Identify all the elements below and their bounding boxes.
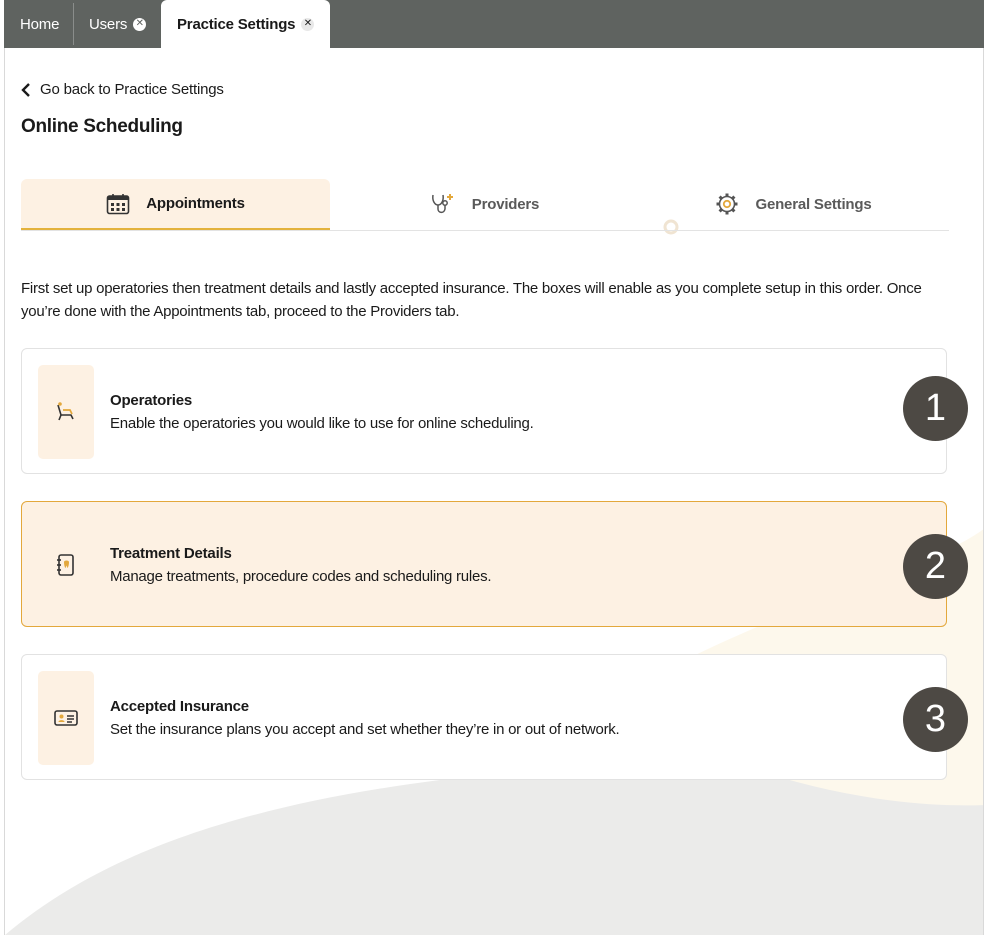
tab-home-label: Home — [20, 15, 60, 33]
close-icon[interactable]: ✕ — [133, 17, 147, 31]
calendar-icon — [106, 193, 130, 215]
card-description: Manage treatments, procedure codes and s… — [110, 568, 492, 585]
page-title: Online Scheduling — [21, 116, 183, 137]
tab-general-settings[interactable]: General Settings — [639, 179, 948, 229]
tooth-notebook-icon — [38, 518, 94, 612]
tab-users-label: Users — [89, 15, 128, 33]
operatories-card[interactable]: Operatories Enable the operatories you w… — [21, 348, 947, 474]
step-number-badge: 3 — [903, 687, 968, 752]
tab-practice-settings-label: Practice Settings — [177, 15, 296, 33]
top-tab-bar — [4, 0, 984, 48]
tab-home[interactable]: Home — [4, 3, 74, 45]
insurance-card-icon — [38, 671, 94, 765]
card-title: Operatories — [110, 392, 192, 409]
accepted-insurance-card[interactable]: Accepted Insurance Set the insurance pla… — [21, 654, 947, 780]
intro-text: First set up operatories then treatment … — [21, 280, 922, 320]
tab-appointments-label: Appointments — [146, 195, 245, 212]
tab-general-settings-label: General Settings — [755, 195, 872, 213]
tab-users[interactable]: Users ✕ — [75, 0, 147, 48]
step-number-badge: 2 — [903, 534, 968, 599]
page-content: Go back to Practice Settings Online Sche… — [4, 48, 984, 935]
step-number-badge: 1 — [903, 376, 968, 441]
close-icon[interactable]: ✕ — [301, 17, 315, 31]
chevron-left-icon — [21, 82, 30, 97]
back-link[interactable]: Go back to Practice Settings — [21, 81, 224, 98]
card-title: Accepted Insurance — [110, 698, 249, 715]
tab-providers[interactable]: Providers — [330, 179, 639, 229]
card-title: Treatment Details — [110, 545, 232, 562]
treatment-details-card[interactable]: Treatment Details Manage treatments, pro… — [21, 501, 947, 627]
tab-providers-label: Providers — [471, 195, 540, 213]
back-link-label: Go back to Practice Settings — [40, 81, 224, 98]
dental-chair-icon — [38, 365, 94, 459]
gear-icon — [715, 192, 739, 216]
tab-practice-settings[interactable]: Practice Settings ✕ — [161, 0, 331, 48]
tab-appointments[interactable]: Appointments — [21, 179, 330, 230]
sub-tab-bar: Appointments Providers General Settings — [21, 179, 949, 231]
stethoscope-icon — [430, 192, 456, 216]
card-description: Set the insurance plans you accept and s… — [110, 721, 620, 738]
card-description: Enable the operatories you would like to… — [110, 415, 534, 432]
